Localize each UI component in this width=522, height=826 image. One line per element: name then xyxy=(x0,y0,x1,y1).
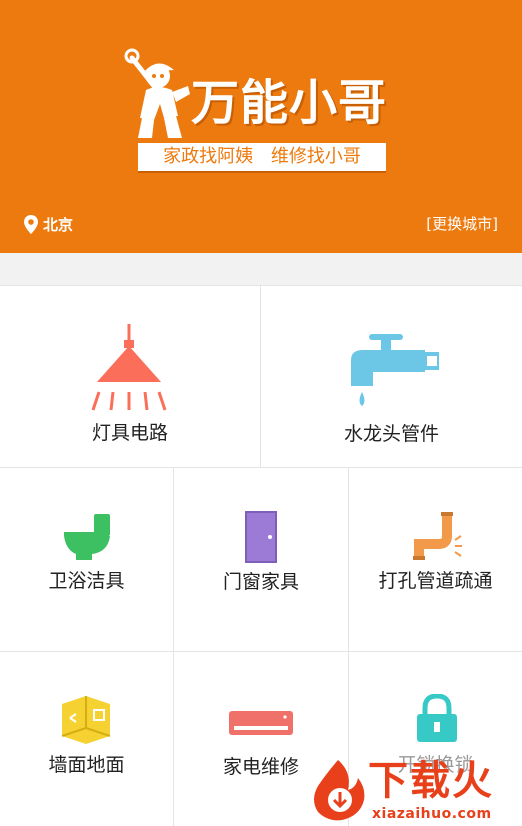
slogan-right: 维修找小哥 xyxy=(270,146,361,167)
toilet-icon xyxy=(64,514,110,560)
door-icon xyxy=(245,511,277,563)
current-city[interactable]: 北京 xyxy=(24,213,73,235)
lock-icon xyxy=(417,694,457,742)
service-label: 卫浴洁具 xyxy=(48,570,125,592)
service-drilling-pipes[interactable]: 打孔管道疏通 xyxy=(349,468,522,651)
watermark: 下载火 xiazaihuo.com xyxy=(304,756,522,826)
app-header: 万能小哥 家政找阿姨 维修找小哥 北京 [更换城市] xyxy=(0,0,522,253)
service-label: 水龙头管件 xyxy=(343,423,439,445)
faucet-icon xyxy=(351,334,439,406)
service-label: 灯具电路 xyxy=(91,422,168,444)
watermark-domain: xiazaihuo.com xyxy=(372,806,492,822)
slogan-banner: 家政找阿姨 维修找小哥 xyxy=(138,143,386,171)
service-bathroom[interactable]: 卫浴洁具 xyxy=(0,468,173,651)
slogan-left: 家政找阿姨 xyxy=(163,146,254,167)
service-doors-furniture[interactable]: 门窗家具 xyxy=(174,468,348,651)
wall-floor-icon xyxy=(61,696,111,744)
air-conditioner-icon xyxy=(229,711,293,735)
map-pin-icon xyxy=(24,214,38,234)
change-city-link[interactable]: [更换城市] xyxy=(426,213,498,235)
service-lighting-circuit[interactable]: 灯具电路 xyxy=(0,286,260,467)
service-label: 墙面地面 xyxy=(48,754,125,776)
brand-name: 万能小哥 xyxy=(191,75,388,131)
flame-logo-icon xyxy=(314,760,365,821)
pipe-icon xyxy=(413,512,462,560)
service-label: 打孔管道疏通 xyxy=(378,570,493,592)
section-divider xyxy=(0,253,522,285)
service-faucet-pipes[interactable]: 水龙头管件 xyxy=(261,286,522,467)
service-wall-floor[interactable]: 墙面地面 xyxy=(0,652,173,826)
service-label: 门窗家具 xyxy=(222,571,299,593)
handyman-mascot-icon xyxy=(124,48,190,138)
watermark-text: 下载火 xyxy=(368,758,494,804)
lamp-icon xyxy=(91,324,167,411)
city-name: 北京 xyxy=(43,215,74,234)
